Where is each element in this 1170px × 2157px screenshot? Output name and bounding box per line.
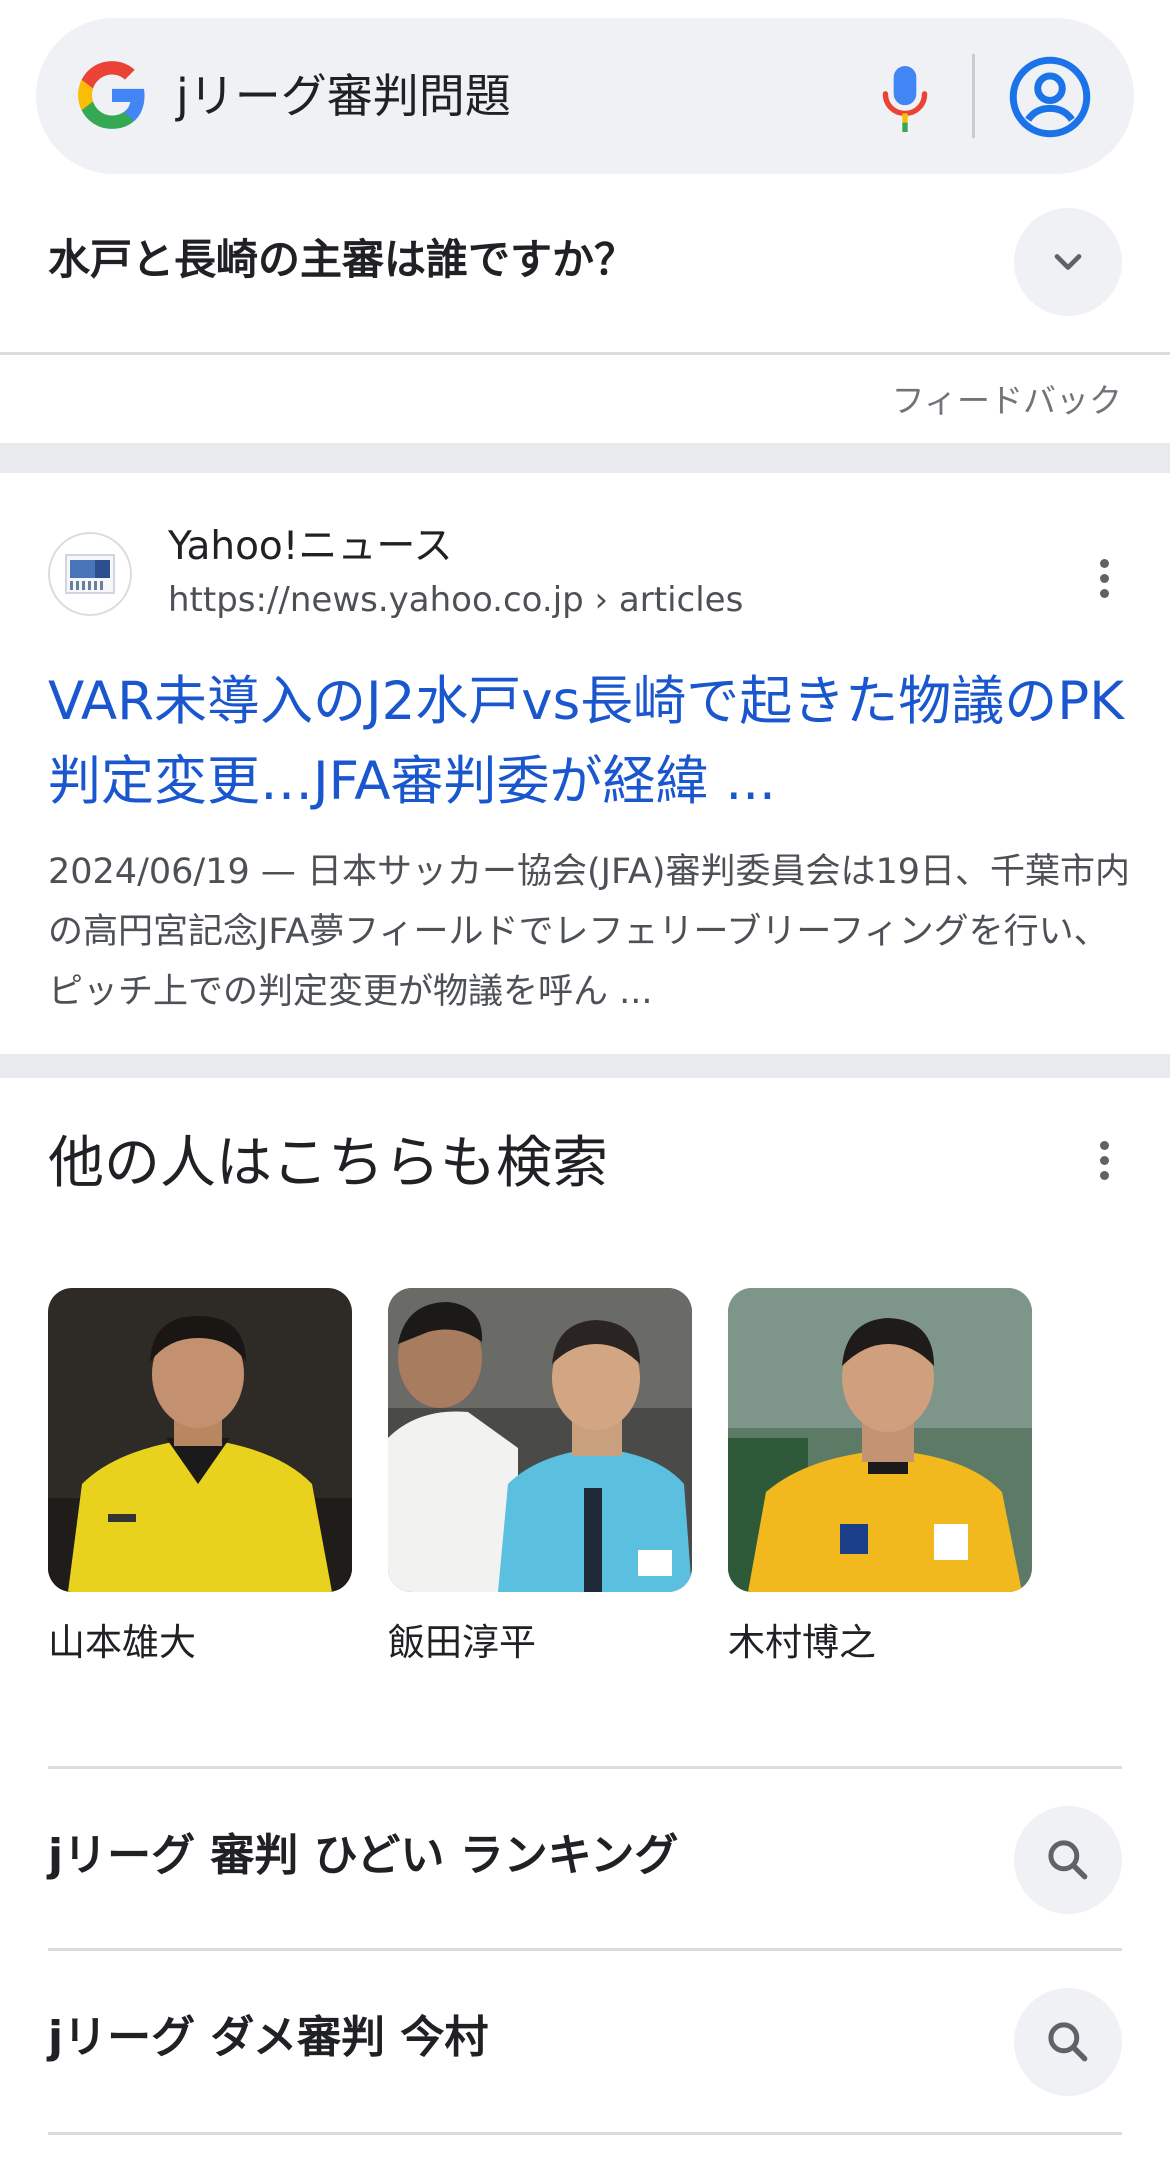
more-vert-icon[interactable] bbox=[1084, 1130, 1124, 1190]
related-search-item[interactable]: jリーグ 審判 ひどい ランキング bbox=[48, 1826, 678, 1886]
chevron-down-icon bbox=[1054, 254, 1082, 270]
related-search-item[interactable]: jリーグ ダメ審判 今村 bbox=[48, 2008, 488, 2068]
related-search-button[interactable] bbox=[1014, 1806, 1122, 1914]
result-url[interactable]: https://news.yahoo.co.jp › articles bbox=[168, 578, 743, 622]
related-question[interactable]: 水戸と長崎の主審は誰ですか？ bbox=[48, 232, 636, 288]
person-photo bbox=[728, 1288, 1032, 1592]
person-photo bbox=[48, 1288, 352, 1592]
search-icon bbox=[1048, 1840, 1088, 1880]
section-separator bbox=[0, 1054, 1170, 1078]
result-title-link[interactable]: VAR未導入のJ2水戸vs長崎で起きた物議のPK判定変更…JFA審判委が経緯 .… bbox=[48, 662, 1128, 822]
mic-icon[interactable] bbox=[880, 64, 930, 134]
section-separator bbox=[0, 443, 1170, 473]
divider bbox=[48, 1766, 1122, 1769]
search-bar-divider bbox=[972, 54, 975, 138]
divider bbox=[48, 1948, 1122, 1951]
divider bbox=[48, 2132, 1122, 2135]
feedback-link[interactable]: フィードバック bbox=[892, 374, 1122, 422]
google-logo bbox=[78, 61, 145, 129]
related-search-button[interactable] bbox=[1014, 1988, 1122, 2096]
person-name: 飯田淳平 bbox=[388, 1621, 536, 1664]
result-site-name[interactable]: Yahoo!ニュース bbox=[168, 522, 452, 572]
person-card[interactable]: 木村博之 bbox=[728, 1288, 1032, 1668]
divider bbox=[0, 352, 1170, 355]
search-icon bbox=[1048, 2022, 1088, 2062]
person-card[interactable]: 山本雄大 bbox=[48, 1288, 352, 1668]
more-vert-icon[interactable] bbox=[1084, 548, 1124, 608]
person-photo bbox=[388, 1288, 692, 1592]
person-name: 山本雄大 bbox=[48, 1621, 196, 1664]
account-circle-icon[interactable] bbox=[1008, 55, 1092, 139]
section-title: 他の人はこちらも検索 bbox=[48, 1131, 608, 1196]
result-snippet: 2024/06/19 — 日本サッカー協会(JFA)審判委員会は19日、千葉市内… bbox=[48, 852, 1131, 1012]
expand-question-button[interactable] bbox=[1014, 208, 1122, 316]
site-favicon bbox=[48, 532, 132, 616]
person-card[interactable]: 飯田淳平 bbox=[388, 1288, 692, 1668]
search-input[interactable]: jリーグ審判問題 bbox=[176, 66, 511, 126]
person-name: 木村博之 bbox=[728, 1621, 876, 1664]
